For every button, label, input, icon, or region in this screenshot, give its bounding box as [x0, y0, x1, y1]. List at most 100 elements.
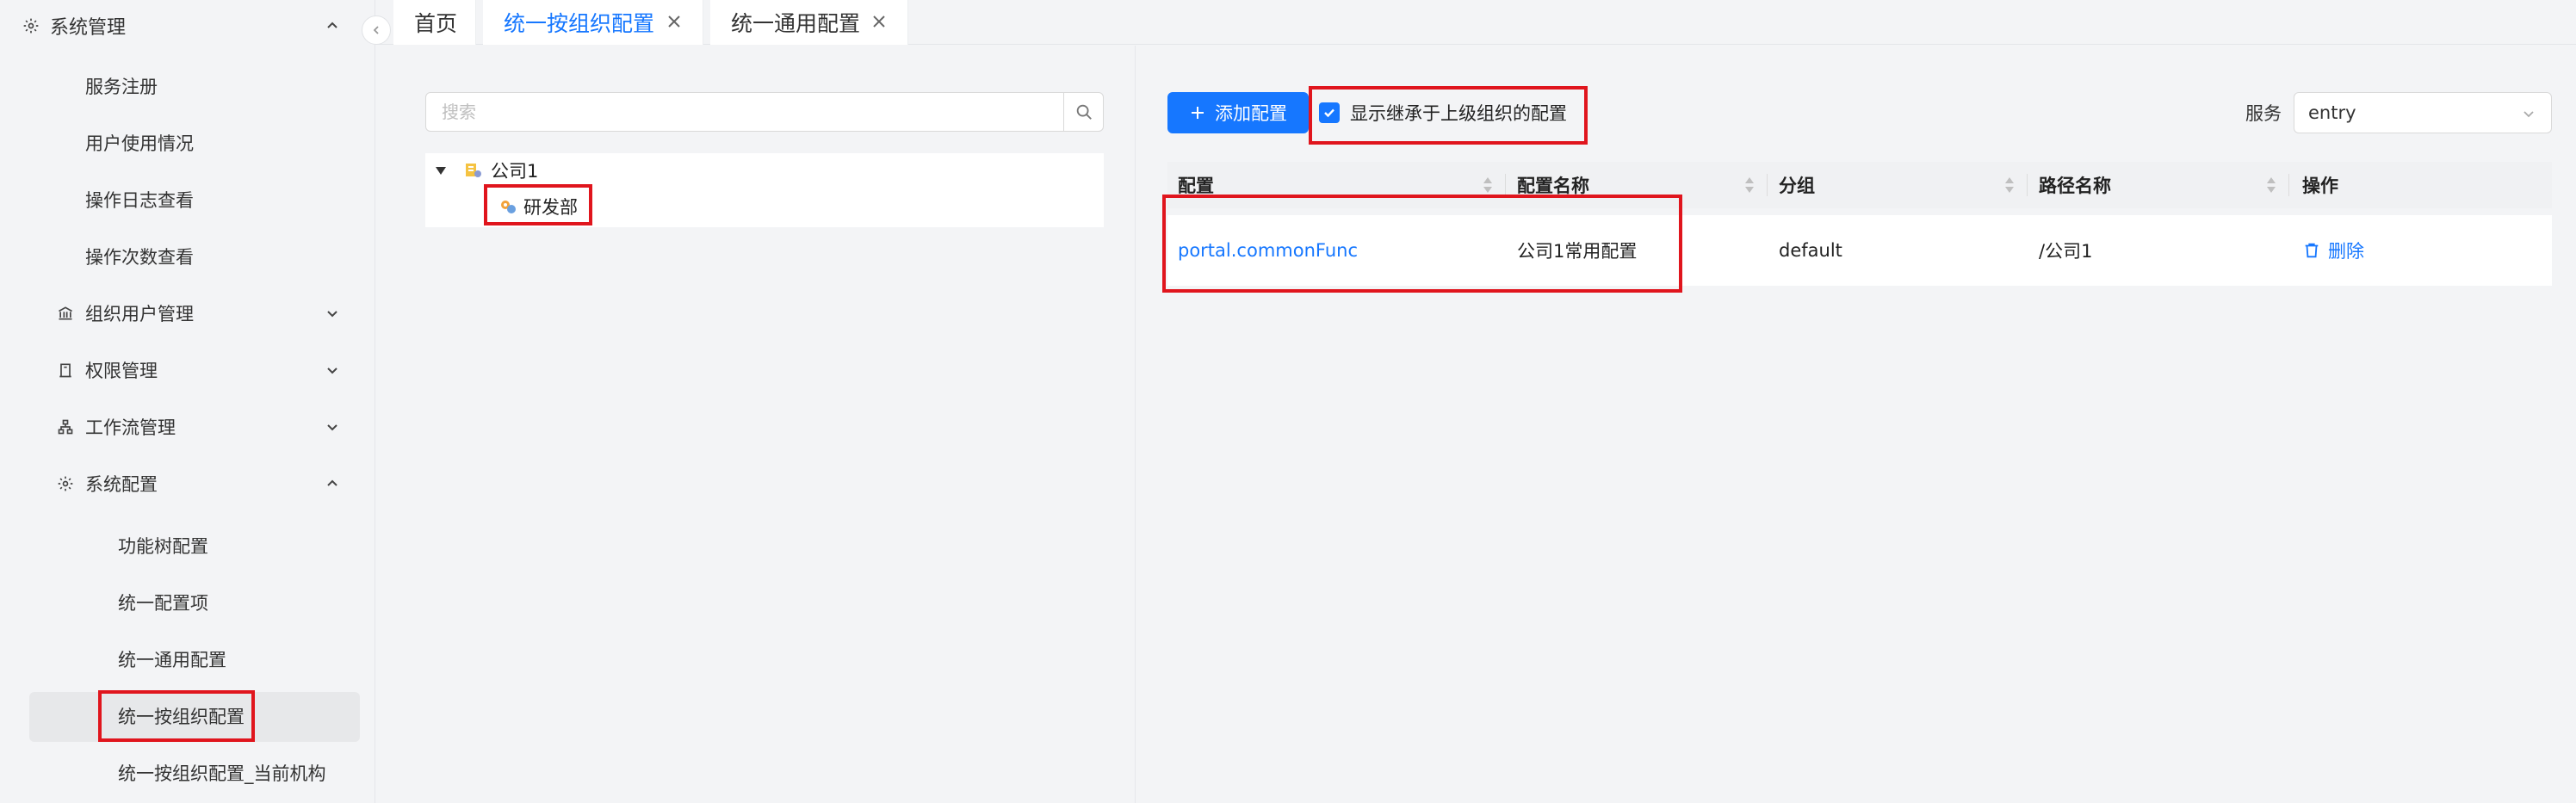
add-config-label: 添加配置: [1215, 103, 1287, 124]
sort-icon[interactable]: [2266, 176, 2276, 195]
checkbox-checked-icon[interactable]: [1319, 102, 1340, 123]
cell-text: /公司1: [2039, 241, 2093, 262]
tab-unified-common-config[interactable]: 统一通用配置: [710, 0, 908, 45]
sort-icon[interactable]: [1483, 176, 1493, 195]
path-cell: /公司1: [2039, 215, 2092, 286]
sidebar-collapse-button[interactable]: [362, 15, 391, 45]
sidebar-item-label: 服务注册: [85, 77, 158, 97]
tree-node-company1[interactable]: 公司1: [436, 153, 538, 188]
sidebar-item-label: 工作流管理: [85, 417, 176, 438]
sidebar-item-unified-config-item[interactable]: 统一配置项: [0, 577, 375, 628]
sidebar-item-label: 统一配置项: [118, 593, 208, 614]
sidebar-item-org-user-management[interactable]: 组织用户管理: [0, 287, 375, 339]
sidebar-item-unified-org-config-current[interactable]: 统一按组织配置_当前机构: [0, 747, 375, 799]
column-separator: [2027, 174, 2028, 196]
department-icon: [498, 196, 518, 217]
tab-home[interactable]: 首页: [393, 0, 476, 45]
delete-button[interactable]: 删除: [2302, 215, 2364, 286]
sidebar-item-label: 操作次数查看: [85, 247, 194, 268]
column-header-action: 操作: [2302, 162, 2338, 208]
chevron-down-icon: [324, 305, 341, 322]
show-inherited-label: 显示继承于上级组织的配置: [1350, 103, 1567, 124]
sidebar-item-user-usage[interactable]: 用户使用情况: [0, 117, 375, 169]
sidebar-item-label: 权限管理: [85, 361, 158, 381]
sidebar-item-permission-management[interactable]: 权限管理: [0, 344, 375, 396]
service-select-value: entry: [2308, 102, 2356, 123]
chevron-left-icon: [373, 26, 379, 34]
sidebar-group-system-management[interactable]: 系统管理: [0, 0, 375, 52]
chevron-up-icon: [324, 17, 341, 34]
chevron-down-icon: [324, 361, 341, 379]
sidebar-group-label: 系统管理: [50, 17, 127, 39]
sidebar-item-unified-org-config[interactable]: 统一按组织配置: [0, 690, 375, 742]
cell-text: 公司1常用配置: [1517, 241, 1638, 262]
sidebar-item-operation-count[interactable]: 操作次数查看: [0, 231, 375, 282]
sidebar: 系统管理 服务注册 用户使用情况 操作日志查看 操作次数查看 组织用户管理 权限…: [0, 0, 375, 803]
config-name-cell: 公司1常用配置: [1517, 215, 1637, 286]
caret-down-icon[interactable]: [436, 166, 446, 175]
search-button[interactable]: [1063, 93, 1103, 131]
tab-bar: [376, 0, 2576, 45]
sidebar-item-label: 统一按组织配置_当前机构: [118, 763, 326, 784]
tree-node-label: 研发部: [523, 197, 578, 218]
sidebar-item-label: 用户使用情况: [85, 133, 194, 154]
gear-icon: [53, 472, 77, 496]
sidebar-item-service-registry[interactable]: 服务注册: [0, 60, 375, 112]
sidebar-item-label: 功能树配置: [118, 536, 208, 557]
tab-label: 统一按组织配置: [504, 11, 655, 36]
sidebar-item-label: 统一通用配置: [118, 650, 226, 670]
cell-text: default: [1779, 240, 1842, 261]
column-separator: [2288, 174, 2289, 196]
column-header-label: 配置名称: [1517, 176, 1589, 196]
sidebar-item-workflow-management[interactable]: 工作流管理: [0, 401, 375, 453]
add-config-button[interactable]: 添加配置: [1167, 92, 1309, 133]
column-header-path[interactable]: 路径名称: [2039, 162, 2111, 208]
panel-divider: [1135, 46, 1136, 803]
gear-icon: [19, 14, 43, 38]
config-key-link[interactable]: portal.commonFunc: [1178, 215, 1358, 286]
sidebar-item-label: 系统配置: [85, 474, 158, 495]
column-header-label: 操作: [2302, 176, 2338, 196]
sidebar-item-system-config[interactable]: 系统配置: [0, 458, 375, 510]
service-select[interactable]: entry: [2294, 92, 2552, 133]
column-header-label: 配置: [1178, 176, 1214, 196]
sidebar-item-label: 操作日志查看: [85, 190, 194, 211]
column-header-config[interactable]: 配置: [1178, 162, 1214, 208]
trash-icon: [2305, 243, 2319, 258]
tab-label: 首页: [414, 11, 458, 36]
sidebar-item-unified-common-config[interactable]: 统一通用配置: [0, 633, 375, 685]
workflow-icon: [53, 415, 77, 439]
show-inherited-checkbox[interactable]: 显示继承于上级组织的配置: [1316, 92, 1567, 133]
table-row: portal.commonFunc 公司1常用配置 default /公司1 删…: [1167, 215, 2552, 286]
bank-icon: [53, 301, 77, 325]
cell-text: portal.commonFunc: [1178, 240, 1358, 261]
plus-icon: [1192, 107, 1204, 119]
org-icon: [463, 160, 484, 181]
column-header-group[interactable]: 分组: [1779, 162, 1815, 208]
sidebar-item-function-tree-config[interactable]: 功能树配置: [0, 520, 375, 571]
chevron-up-icon: [324, 475, 341, 492]
tree-node-rnd[interactable]: 研发部: [498, 189, 578, 224]
door-icon: [53, 358, 77, 382]
column-separator: [1767, 174, 1768, 196]
tree-node-label: 公司1: [491, 161, 539, 182]
tree-search-input[interactable]: [426, 93, 1063, 131]
column-header-config-name[interactable]: 配置名称: [1517, 162, 1589, 208]
sidebar-item-label: 统一按组织配置: [118, 707, 245, 727]
column-header-label: 路径名称: [2039, 176, 2111, 196]
chevron-down-icon: [324, 418, 341, 435]
search-icon: [1076, 104, 1092, 120]
close-icon[interactable]: [870, 11, 889, 30]
column-separator: [1505, 174, 1506, 196]
close-icon[interactable]: [665, 11, 684, 30]
sort-icon[interactable]: [2004, 176, 2015, 195]
tree-search: [425, 92, 1104, 132]
chevron-down-icon: [2520, 105, 2537, 122]
group-cell: default: [1779, 215, 1842, 286]
table-header: 配置 配置名称 分组 路径名称 操作: [1167, 162, 2552, 208]
service-label: 服务: [2245, 103, 2282, 124]
column-header-label: 分组: [1779, 176, 1815, 196]
sort-icon[interactable]: [1744, 176, 1755, 195]
tab-unified-org-config[interactable]: 统一按组织配置: [483, 0, 703, 45]
sidebar-item-operation-log[interactable]: 操作日志查看: [0, 174, 375, 225]
